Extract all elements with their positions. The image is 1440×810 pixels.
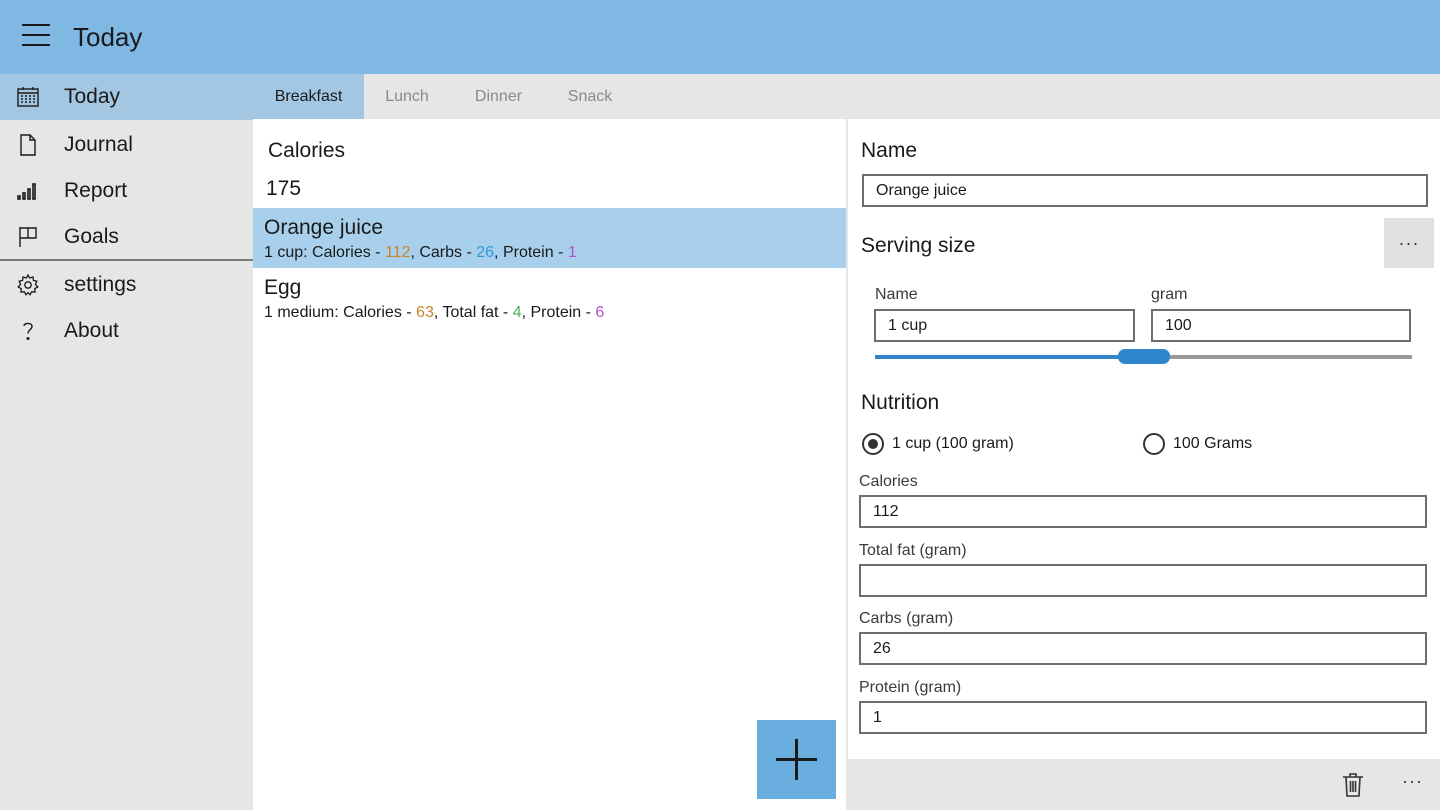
nutrient-label: , Protein -: [521, 304, 596, 321]
serving-name-input[interactable]: 1 cup: [874, 309, 1135, 342]
bar-chart-icon: [17, 183, 36, 200]
protein-value: 6: [595, 304, 605, 321]
sidebar-item-label: Today: [64, 85, 121, 108]
document-icon: [20, 134, 36, 156]
radio-grams-label: 100 Grams: [1173, 435, 1253, 452]
sidebar-item-label: Goals: [64, 225, 119, 248]
food-name-input[interactable]: Orange juice: [862, 174, 1428, 207]
nutrient-label: , Total fat -: [433, 304, 513, 321]
nutrient-label: , Protein -: [494, 244, 568, 261]
sidebar-item-label: Journal: [64, 133, 133, 156]
trash-icon[interactable]: [1342, 772, 1364, 798]
calories-label: Calories: [859, 473, 918, 490]
gear-icon: [17, 273, 39, 296]
slider-thumb[interactable]: [1117, 349, 1170, 364]
protein-label: Protein (gram): [859, 679, 962, 696]
tab-lunch[interactable]: Lunch: [364, 74, 450, 119]
sidebar-item-report[interactable]: Report: [0, 168, 253, 214]
gram-input[interactable]: 100: [1151, 309, 1411, 342]
nutrient-label: Calories -: [312, 244, 385, 261]
serving-text: 1 cup:: [264, 244, 313, 261]
nutrition-label: Nutrition: [861, 391, 940, 414]
sidebar-item-label: About: [64, 319, 119, 342]
serving-size-label: Serving size: [861, 234, 976, 257]
nutrient-label: Calories -: [343, 304, 417, 321]
question-icon: [23, 322, 33, 341]
protein-input[interactable]: 1: [859, 701, 1427, 734]
protein-value: 1: [567, 244, 577, 261]
add-food-button[interactable]: [757, 720, 836, 799]
tab-breakfast[interactable]: Breakfast: [253, 74, 364, 119]
total-calories-label: Calories: [268, 139, 346, 162]
name-label: Name: [861, 139, 918, 162]
carbs-value: 26: [476, 244, 495, 261]
title-bar: Today: [0, 0, 1440, 74]
radio-selected-dot: [868, 439, 878, 449]
serving-text: 1 medium:: [264, 304, 344, 321]
command-bar: ···: [848, 759, 1440, 810]
gram-label: gram: [1151, 286, 1188, 303]
radio-grams[interactable]: [1143, 433, 1165, 455]
more-options-button[interactable]: ···: [1402, 771, 1423, 792]
food-detail-pane: Name Orange juice Serving size ··· Name …: [848, 119, 1440, 759]
sidebar-item-label: Report: [64, 179, 128, 202]
total-fat-input[interactable]: [859, 564, 1427, 597]
sidebar: Today Journal Report Goals settings Abou…: [0, 74, 253, 810]
serving-slider[interactable]: [875, 349, 1412, 364]
food-name: Egg: [264, 276, 302, 299]
list-item[interactable]: Orange juice 1 cup: Calories - 112, Carb…: [253, 208, 846, 268]
carbs-label: Carbs (gram): [859, 610, 954, 627]
calories-input[interactable]: 112: [859, 495, 1427, 528]
flag-icon: [19, 227, 37, 247]
radio-serving-unit-label: 1 cup (100 gram): [892, 435, 1014, 452]
nutrient-label: , Carbs -: [410, 244, 477, 261]
radio-serving-unit[interactable]: [862, 433, 884, 455]
food-detail: 1 medium: Calories - 63, Total fat - 4, …: [264, 304, 604, 322]
food-detail: 1 cup: Calories - 112, Carbs - 26, Prote…: [264, 244, 577, 262]
calendar-icon: [17, 87, 39, 107]
sidebar-item-today[interactable]: Today: [0, 74, 253, 120]
tab-dinner[interactable]: Dinner: [450, 74, 547, 119]
total-calories-value: 175: [266, 177, 302, 200]
sidebar-item-label: settings: [64, 273, 137, 296]
food-list-pane: Calories 175 Orange juice 1 cup: Calorie…: [253, 119, 846, 810]
carbs-input[interactable]: 26: [859, 632, 1427, 665]
calories-value: 63: [416, 304, 434, 321]
sidebar-item-journal[interactable]: Journal: [0, 122, 253, 168]
sidebar-item-goals[interactable]: Goals: [0, 214, 253, 260]
calories-value: 112: [384, 244, 411, 261]
page-title: Today: [73, 22, 143, 52]
serving-name-label: Name: [875, 286, 918, 303]
hamburger-menu-icon[interactable]: [22, 24, 50, 48]
serving-more-button[interactable]: ···: [1384, 218, 1434, 268]
sidebar-divider: [0, 259, 253, 261]
list-item[interactable]: Egg 1 medium: Calories - 63, Total fat -…: [253, 268, 846, 328]
fat-value: 4: [512, 304, 522, 321]
tab-snack[interactable]: Snack: [547, 74, 633, 119]
food-name: Orange juice: [264, 216, 384, 239]
meal-tabs: Breakfast Lunch Dinner Snack: [253, 74, 1440, 119]
slider-fill: [875, 355, 1144, 359]
total-fat-label: Total fat (gram): [859, 542, 967, 559]
sidebar-item-settings[interactable]: settings: [0, 262, 253, 308]
sidebar-item-about[interactable]: About: [0, 308, 253, 354]
